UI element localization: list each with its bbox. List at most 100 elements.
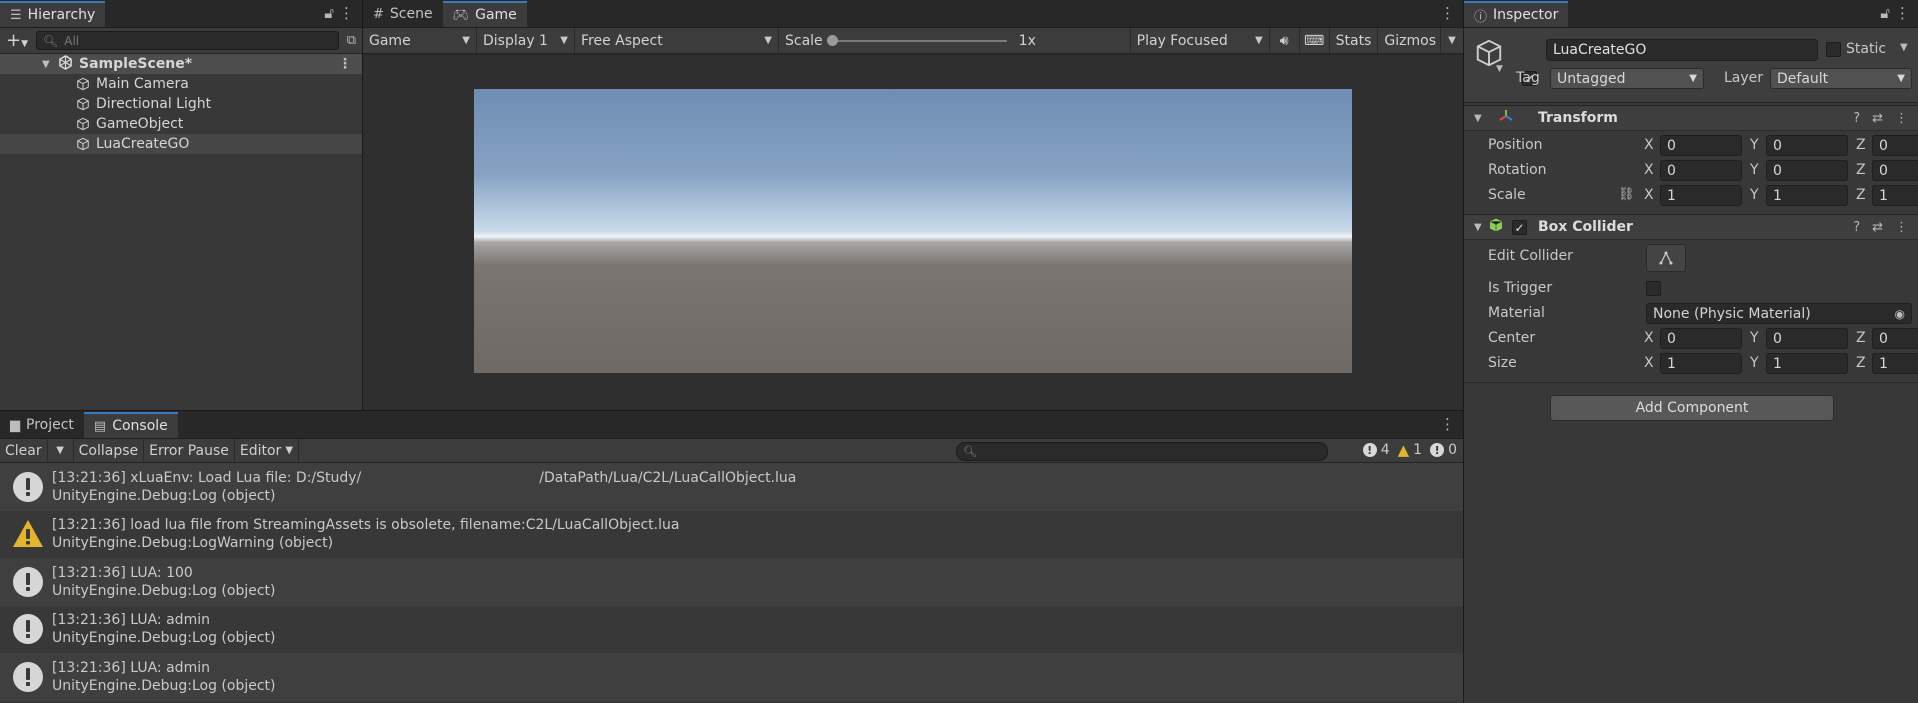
axis-z-label: Z <box>1856 330 1866 346</box>
hierarchy-item[interactable]: Main Camera <box>0 74 362 94</box>
stats-button[interactable]: Stats <box>1330 28 1379 53</box>
is-trigger-checkbox[interactable] <box>1646 281 1661 296</box>
clear-options-dropdown[interactable]: ▼ <box>48 439 74 462</box>
help-icon[interactable]: ? <box>1853 111 1860 126</box>
tab-scene[interactable]: # Scene <box>363 1 443 27</box>
edit-collider-button[interactable] <box>1646 244 1686 272</box>
more-menu-icon[interactable]: ⋮ <box>339 4 354 22</box>
console-toolbar: Clear ▼ Collapse Error Pause Editor ▼ 🔍︎… <box>0 439 1463 463</box>
position-x-field[interactable]: 0 <box>1660 135 1742 156</box>
tab-project[interactable]: ▆ Project <box>0 412 84 438</box>
tag-label: Tag <box>1516 70 1540 86</box>
scale-label: Scale <box>785 32 823 49</box>
material-label: Material <box>1488 305 1545 321</box>
scale-x-field[interactable]: 1 <box>1660 185 1742 206</box>
tab-game[interactable]: 🎮︎ Game <box>442 1 527 27</box>
static-checkbox[interactable] <box>1826 42 1841 57</box>
center-y-field[interactable]: 0 <box>1766 328 1848 349</box>
size-y-field[interactable]: 1 <box>1766 353 1848 374</box>
info-count-toggle[interactable]: ! 4 <box>1362 441 1390 459</box>
scene-game-tabbar: # Scene 🎮︎ Game ⋮ <box>363 0 1463 28</box>
scene-menu-icon[interactable]: ⋮ <box>338 56 352 72</box>
rotation-z-field[interactable]: 0 <box>1872 160 1918 181</box>
add-component-button[interactable]: Add Component <box>1550 395 1834 421</box>
hierarchy-item-selected[interactable]: LuaCreateGO <box>0 134 362 154</box>
lock-icon[interactable]: 🔓︎ <box>324 4 334 22</box>
log-entry[interactable]: [13:21:36] LUA: admin UnityEngine.Debug:… <box>0 653 1463 701</box>
tab-inspector[interactable]: ⓘ Inspector <box>1464 1 1569 27</box>
error-count-toggle[interactable]: ! 0 <box>1430 441 1457 459</box>
clear-button[interactable]: Clear <box>0 439 48 462</box>
tab-console[interactable]: ▤ Console <box>83 412 178 438</box>
hierarchy-item[interactable]: GameObject <box>0 114 362 134</box>
position-y-field[interactable]: 0 <box>1766 135 1848 156</box>
keyboard-shortcuts-button[interactable]: ⌨ <box>1300 28 1330 53</box>
scale-slider[interactable] <box>826 34 1007 46</box>
object-name-field[interactable]: LuaCreateGO <box>1546 39 1818 61</box>
transform-title: Transform <box>1538 110 1618 126</box>
hierarchy-search-input[interactable] <box>64 33 332 48</box>
log-entry[interactable]: [13:21:36] xLuaEnv: Load Lua file: D:/St… <box>0 463 1463 511</box>
static-dropdown-caret[interactable]: ▼ <box>1900 42 1908 53</box>
tag-dropdown[interactable]: Untagged ▼ <box>1550 68 1704 89</box>
size-z-field[interactable]: 1 <box>1872 353 1918 374</box>
view-mode-dropdown[interactable]: Game ▼ <box>363 28 477 53</box>
transform-header[interactable]: ▼ Transform ? ⇄ ⋮ <box>1464 105 1918 131</box>
filter-icon[interactable]: ⧉ <box>347 33 356 48</box>
add-object-button[interactable]: +▼ <box>6 30 28 51</box>
lock-icon[interactable]: 🔓︎ <box>1880 4 1890 22</box>
box-collider-enabled-checkbox[interactable]: ✓ <box>1512 220 1527 235</box>
aspect-dropdown[interactable]: Free Aspect ▼ <box>575 28 779 53</box>
center-x-field[interactable]: 0 <box>1660 328 1742 349</box>
preset-icon[interactable]: ⇄ <box>1872 111 1883 126</box>
tab-hierarchy[interactable]: ☰ Hierarchy <box>0 1 106 27</box>
constrain-proportions-icon[interactable]: ⛓︎ <box>1618 187 1635 202</box>
display-dropdown[interactable]: Display 1 ▼ <box>477 28 575 53</box>
object-picker-icon[interactable]: ◉ <box>1895 307 1905 321</box>
mute-audio-button[interactable]: 🔊︎ <box>1270 28 1300 53</box>
warning-count-toggle[interactable]: ▲ 1 <box>1398 441 1422 459</box>
fold-arrow-icon[interactable]: ▼ <box>1474 113 1482 124</box>
scale-label: Scale <box>1488 187 1526 203</box>
help-icon[interactable]: ? <box>1853 220 1860 235</box>
position-z-field[interactable]: 0 <box>1872 135 1918 156</box>
position-row: Position X0 Y0 Z0 <box>1464 133 1918 158</box>
layer-dropdown[interactable]: Default ▼ <box>1770 68 1912 89</box>
display-value: Display 1 <box>483 32 548 49</box>
log-entry[interactable]: [13:21:36] LUA: admin UnityEngine.Debug:… <box>0 606 1463 654</box>
scene-row[interactable]: ▼ SampleScene* ⋮ <box>0 54 362 74</box>
size-row: Size X1 Y1 Z1 <box>1464 351 1918 376</box>
scale-y-field[interactable]: 1 <box>1766 185 1848 206</box>
box-collider-header[interactable]: ▼ ✓ Box Collider ? ⇄ ⋮ <box>1464 214 1918 240</box>
center-z-field[interactable]: 0 <box>1872 328 1918 349</box>
log-entry[interactable]: [13:21:36] load lua file from StreamingA… <box>0 511 1463 559</box>
console-search-input[interactable]: 🔍︎ <box>956 442 1328 461</box>
size-x-field[interactable]: 1 <box>1660 353 1742 374</box>
component-menu-icon[interactable]: ⋮ <box>1895 111 1908 126</box>
icon-dropdown-caret[interactable]: ▼ <box>1496 64 1503 74</box>
more-menu-icon[interactable]: ⋮ <box>1440 415 1455 433</box>
expand-arrow-icon[interactable]: ▼ <box>42 59 50 70</box>
gizmos-dropdown[interactable]: ▼ <box>1441 28 1463 53</box>
gizmos-button[interactable]: Gizmos <box>1378 28 1441 53</box>
editor-dropdown[interactable]: Editor ▼ <box>235 439 300 462</box>
hierarchy-item-label: Directional Light <box>96 96 212 112</box>
material-object-field[interactable]: None (Physic Material) ◉ <box>1646 303 1912 324</box>
fold-arrow-icon[interactable]: ▼ <box>1474 222 1482 233</box>
component-menu-icon[interactable]: ⋮ <box>1895 220 1908 235</box>
collapse-button[interactable]: Collapse <box>74 439 145 462</box>
scale-slider-knob[interactable] <box>826 34 838 46</box>
warning-count: 1 <box>1413 442 1423 458</box>
hierarchy-search[interactable]: 🔍︎ <box>36 31 339 50</box>
rotation-x-field[interactable]: 0 <box>1660 160 1742 181</box>
error-pause-button[interactable]: Error Pause <box>144 439 235 462</box>
log-entry[interactable]: [13:21:36] LUA: 100 UnityEngine.Debug:Lo… <box>0 558 1463 606</box>
hierarchy-item[interactable]: Directional Light <box>0 94 362 114</box>
more-menu-icon[interactable]: ⋮ <box>1895 4 1910 22</box>
rotation-y-field[interactable]: 0 <box>1766 160 1848 181</box>
error-count: 0 <box>1448 442 1457 458</box>
scale-z-field[interactable]: 1 <box>1872 185 1918 206</box>
preset-icon[interactable]: ⇄ <box>1872 220 1883 235</box>
play-mode-dropdown[interactable]: Play Focused ▼ <box>1129 28 1270 53</box>
more-menu-icon[interactable]: ⋮ <box>1440 4 1455 22</box>
